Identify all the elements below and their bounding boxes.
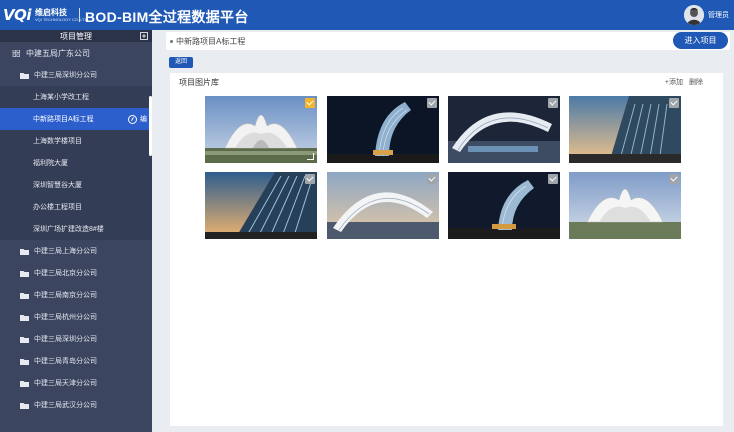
tree-item[interactable]: 福利院大厦 <box>0 152 152 174</box>
tree-group[interactable]: 中建三局北京分公司 <box>0 262 152 284</box>
breadcrumb-dot <box>170 40 173 43</box>
tree-group-label: 中建三局深圳分公司 <box>34 72 97 79</box>
image-thumb-arch-2[interactable] <box>327 172 439 239</box>
tree-group[interactable]: 中建三局杭州分公司 <box>0 306 152 328</box>
user-avatar[interactable] <box>684 5 704 25</box>
panel-actions: +添加 删除 <box>665 77 703 87</box>
select-checkbox[interactable] <box>548 174 558 184</box>
avatar-image <box>684 5 704 25</box>
image-thumb-glass-facade-2[interactable] <box>205 172 317 239</box>
folder-icon <box>20 314 29 321</box>
platform-title: BOD-BIM全过程数据平台 <box>85 9 249 25</box>
glass-facade-image <box>205 172 317 239</box>
breadcrumb: 中新路项目A标工程 <box>166 32 730 50</box>
select-checkbox[interactable] <box>548 98 558 108</box>
back-button[interactable]: 返回 <box>169 57 193 68</box>
lotus-building-image <box>205 96 317 163</box>
add-image-button[interactable]: +添加 <box>665 77 683 87</box>
logo-mark: VQi <box>3 6 32 24</box>
tree-group[interactable]: 中建三局青岛分公司 <box>0 350 152 372</box>
image-thumb-curved-tower-2[interactable] <box>448 172 560 239</box>
select-checkbox-checked[interactable] <box>305 98 315 108</box>
collapse-icon[interactable] <box>140 32 148 40</box>
sidebar-header: 项目管理 <box>0 30 152 42</box>
tree-item[interactable]: 深圳智慧谷大厦 <box>0 174 152 196</box>
select-checkbox[interactable] <box>669 98 679 108</box>
curved-tower-image <box>448 172 560 239</box>
tree-group[interactable]: 中建三局上海分公司 <box>0 240 152 262</box>
panel-title: 项目图片库 <box>179 78 219 87</box>
folder-icon <box>20 380 29 387</box>
org-grid-icon <box>12 49 20 57</box>
folder-icon <box>20 248 29 255</box>
edit-action[interactable]: 编 <box>140 114 147 124</box>
folder-icon <box>20 336 29 343</box>
curved-tower-image <box>327 96 439 163</box>
select-checkbox[interactable] <box>427 98 437 108</box>
folder-icon <box>20 270 29 277</box>
image-thumb-lotus-2[interactable] <box>569 172 681 239</box>
top-bar: VQi 维启科技 VQI TECHNOLOGY CO.,LTD BOD-BIM全… <box>0 0 734 30</box>
settings-icon[interactable] <box>128 114 137 124</box>
tree-item[interactable]: 办公楼工程项目 <box>0 196 152 218</box>
sidebar-title: 项目管理 <box>60 32 92 41</box>
tree-group[interactable]: 中建三局天津分公司 <box>0 372 152 394</box>
sidebar: 项目管理 中建五局广东公司 中建三局深圳分公司 上海某小学改工程 中新路项目A标… <box>0 30 152 432</box>
lotus-building-image <box>569 172 681 239</box>
arch-structure-image <box>327 172 439 239</box>
folder-icon <box>20 72 29 79</box>
select-checkbox[interactable] <box>669 174 679 184</box>
tree-group[interactable]: 中建三局南京分公司 <box>0 284 152 306</box>
arch-structure-image <box>448 96 560 163</box>
enter-project-button[interactable]: 进入项目 <box>673 32 728 49</box>
logo-divider <box>79 8 80 22</box>
folder-icon <box>20 402 29 409</box>
project-tree: 中建五局广东公司 中建三局深圳分公司 上海某小学改工程 中新路项目A标工程 编 … <box>0 42 152 416</box>
image-thumb-curved-tower[interactable] <box>327 96 439 163</box>
image-thumb-arch[interactable] <box>448 96 560 163</box>
breadcrumb-text: 中新路项目A标工程 <box>176 37 246 46</box>
tree-item[interactable]: 上海数学楼项目 <box>0 130 152 152</box>
tree-item[interactable]: 上海某小学改工程 <box>0 86 152 108</box>
image-thumb-lotus[interactable] <box>205 96 317 163</box>
image-thumb-glass-facade[interactable] <box>569 96 681 163</box>
glass-facade-image <box>569 96 681 163</box>
select-checkbox[interactable] <box>427 174 437 184</box>
folder-icon <box>20 358 29 365</box>
tree-root[interactable]: 中建五局广东公司 <box>0 42 152 64</box>
tree-item[interactable]: 深圳广场扩建改造8#楼 <box>0 218 152 240</box>
tree-group[interactable]: 中建三局深圳分公司 <box>0 328 152 350</box>
company-logo: VQi 维启科技 VQI TECHNOLOGY CO.,LTD <box>3 6 87 24</box>
tree-root-label: 中建五局广东公司 <box>26 48 90 58</box>
delete-image-button[interactable]: 删除 <box>689 77 703 87</box>
select-checkbox[interactable] <box>305 174 315 184</box>
sidebar-scrollbar[interactable] <box>149 96 152 156</box>
tree-item-active[interactable]: 中新路项目A标工程 编 <box>0 108 152 130</box>
tree-group-shenzhen[interactable]: 中建三局深圳分公司 <box>0 64 152 86</box>
username[interactable]: 管理员 <box>708 10 729 20</box>
expand-icon[interactable] <box>307 153 314 160</box>
folder-icon <box>20 292 29 299</box>
tree-group[interactable]: 中建三局武汉分公司 <box>0 394 152 416</box>
